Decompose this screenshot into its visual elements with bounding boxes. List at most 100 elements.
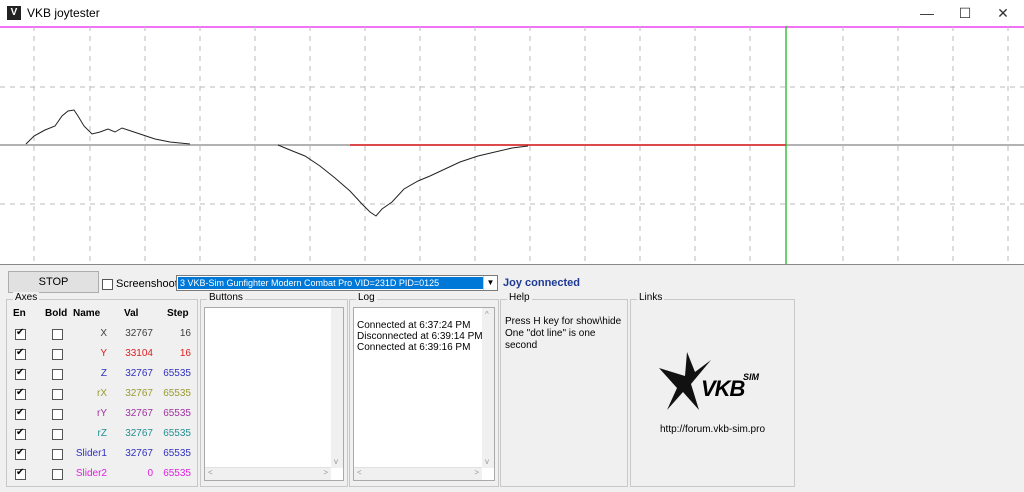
log-line: Connected at 6:39:16 PM [357,342,471,353]
axis-value: 32767 [125,408,153,419]
axis-enable-checkbox[interactable] [15,387,26,400]
buttons-group: Buttons v < > [200,292,348,487]
axis-enable-checkbox[interactable] [15,447,26,460]
scroll-right-icon[interactable]: > [323,468,328,477]
axis-row: rZ 32767 65535 [7,424,202,444]
graph-canvas [0,26,1024,264]
log-list[interactable]: Connected at 6:37:24 PM Disconnected at … [353,307,495,481]
help-group: Help Press H key for show\hide One "dot … [500,292,628,487]
vkb-logo: VKB SIM [657,350,767,420]
scroll-left-icon[interactable]: < [357,468,362,477]
links-group-label: Links [637,292,665,303]
axis-name: X [100,328,107,339]
log-hscroll[interactable]: < > [354,467,482,480]
links-group: Links VKB SIM http://forum.vkb-sim.pro [630,292,795,487]
axis-name: Y [100,348,107,359]
axis-bold-checkbox[interactable] [52,329,63,340]
axis-enable-checkbox[interactable] [15,407,26,420]
axis-bold-checkbox[interactable] [52,389,63,400]
axes-header: En Bold Name Val Step [7,304,202,324]
axis-name: rX [97,388,107,399]
screenshot-label: Screenshoot [116,278,178,290]
logo-sup-text: SIM [743,372,760,382]
axis-name: rZ [97,428,107,439]
axis-value: 33104 [125,348,153,359]
forum-link[interactable]: http://forum.vkb-sim.pro [631,424,794,435]
axis-value: 0 [147,468,153,479]
axis-graph [0,26,1024,264]
header-val: Val [124,308,139,319]
device-select-value: 3 VKB-Sim Gunfighter Modern Combat Pro V… [178,277,483,289]
axis-enable-checkbox[interactable] [15,327,26,340]
axis-value: 32767 [125,428,153,439]
axis-step: 65535 [163,408,191,419]
axes-group-label: Axes [13,292,40,303]
header-step: Step [167,308,189,319]
axis-bold-checkbox[interactable] [52,469,63,480]
close-button[interactable]: ✕ [980,0,1024,26]
axis-value: 32767 [125,328,153,339]
axis-row: X 32767 16 [7,324,202,344]
axis-bold-checkbox[interactable] [52,369,63,380]
header-en: En [13,308,26,319]
axis-step: 65535 [163,448,191,459]
log-group: Log Connected at 6:37:24 PM Disconnected… [349,292,499,487]
help-line: Press H key for show\hide [505,316,622,327]
axis-row: Z 32767 65535 [7,364,202,384]
screenshot-checkbox[interactable] [102,279,113,290]
scroll-up-icon[interactable]: ^ [485,310,489,319]
log-group-label: Log [356,292,377,303]
axes-group: Axes En Bold Name Val Step X 32767 16 Y 3310… [6,292,198,487]
connection-status: Joy connected [503,277,581,289]
axis-name: Z [100,368,107,379]
help-line: One "dot line" is one second [505,328,596,351]
axis-value: 32767 [125,368,153,379]
log-line: Connected at 6:37:24 PM [357,320,471,331]
log-lines: Connected at 6:37:24 PM Disconnected at … [357,320,483,353]
logo-main-text: VKB [701,376,745,401]
x-axis-trace-1 [25,109,191,145]
chevron-down-icon[interactable]: ▼ [483,276,497,290]
header-name: Name [73,308,101,319]
axis-enable-checkbox[interactable] [15,347,26,360]
axis-enable-checkbox[interactable] [15,367,26,380]
buttons-vscroll[interactable]: v [331,308,343,468]
axis-step: 65535 [163,468,191,479]
header-bold: Bold [45,308,68,319]
buttons-hscroll[interactable]: < > [205,467,331,480]
scroll-left-icon[interactable]: < [208,468,213,477]
axis-name: Slider2 [75,468,107,479]
axis-value: 32767 [125,388,153,399]
axis-row: rX 32767 65535 [7,384,202,404]
axis-step: 16 [179,328,191,339]
control-panel: STOP Screenshoot 3 VKB-Sim Gunfighter Mo… [0,264,1024,492]
x-axis-trace-2 [277,144,529,217]
log-vscroll[interactable]: ^ v [482,308,494,468]
axis-name: rY [97,408,107,419]
app-icon: V [7,6,21,20]
axis-bold-checkbox[interactable] [52,429,63,440]
axis-step: 16 [179,348,191,359]
axis-step: 65535 [163,368,191,379]
axis-row: Y 33104 16 [7,344,202,364]
axis-bold-checkbox[interactable] [52,449,63,460]
help-text: Press H key for show\hide One "dot line"… [505,316,627,352]
scroll-down-icon[interactable]: v [334,457,338,466]
axis-row: Slider2 0 65535 [7,464,202,484]
axis-name: Slider1 [75,448,107,459]
title-bar: V VKB joytester — ☐ ✕ [0,0,1024,26]
device-select[interactable]: 3 VKB-Sim Gunfighter Modern Combat Pro V… [176,275,498,291]
axis-row: Slider1 32767 65535 [7,444,202,464]
axis-bold-checkbox[interactable] [52,409,63,420]
axis-step: 65535 [163,428,191,439]
help-group-label: Help [507,292,532,303]
axis-step: 65535 [163,388,191,399]
buttons-list[interactable]: v < > [204,307,344,481]
stop-button[interactable]: STOP [8,271,99,293]
scroll-down-icon[interactable]: v [485,457,489,466]
axis-enable-checkbox[interactable] [15,427,26,440]
axis-bold-checkbox[interactable] [52,349,63,360]
axis-enable-checkbox[interactable] [15,467,26,480]
scroll-right-icon[interactable]: > [474,468,479,477]
axis-value: 32767 [125,448,153,459]
